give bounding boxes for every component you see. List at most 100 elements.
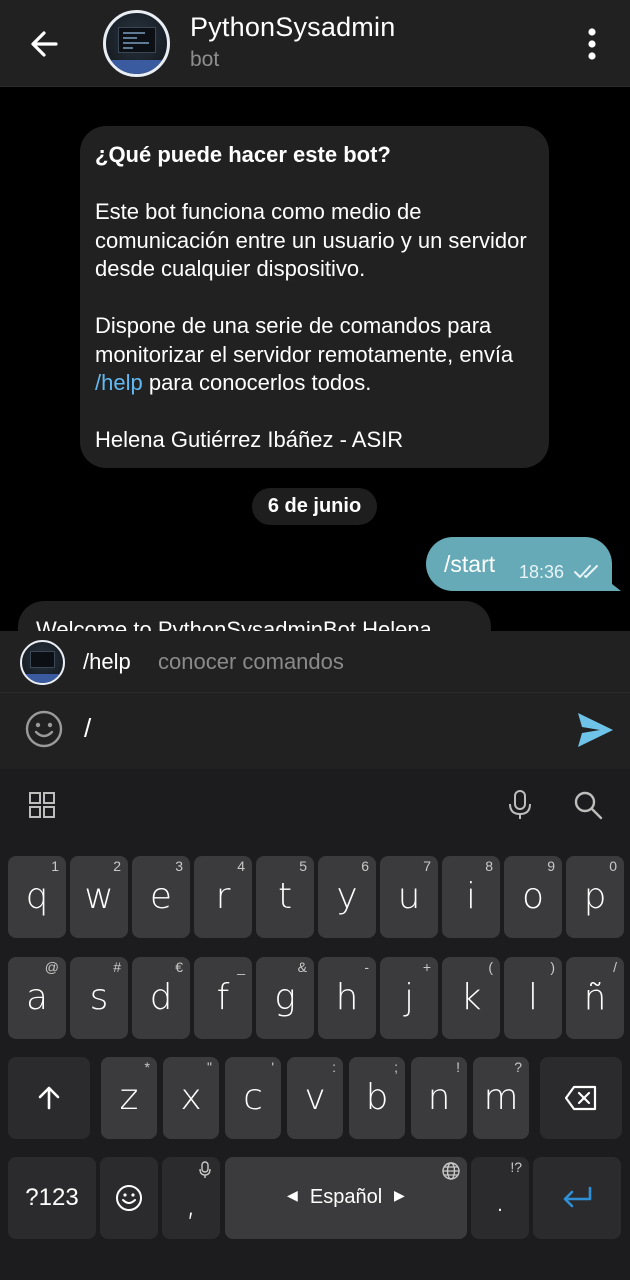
key-label: z — [119, 1077, 139, 1118]
key-y[interactable]: 6y — [318, 856, 376, 938]
more-options-icon[interactable] — [572, 22, 612, 66]
key-p[interactable]: 0p — [566, 856, 624, 938]
key-j[interactable]: + j — [380, 957, 438, 1039]
outgoing-message-text: /start — [444, 551, 496, 577]
avatar-base-graphic — [22, 674, 63, 683]
key-label: w — [84, 876, 114, 917]
read-receipt-icon — [574, 565, 598, 578]
chat-title[interactable]: PythonSysadmin — [190, 12, 395, 43]
key-secondary-label: 3 — [175, 858, 183, 874]
symbols-key-label: ?123 — [25, 1184, 79, 1211]
bot-intro-message: ¿Qué puede hacer este bot? Este bot func… — [80, 126, 549, 468]
shift-arrow-icon — [38, 1086, 60, 1110]
key-label: g — [274, 977, 296, 1018]
key-w[interactable]: 2w — [70, 856, 128, 938]
key-label: c — [243, 1077, 263, 1118]
chat-header: PythonSysadmin bot — [0, 0, 630, 87]
send-icon[interactable] — [574, 709, 616, 751]
period-key-secondary: !? — [510, 1159, 522, 1175]
key-label: m — [483, 1077, 519, 1118]
key-v[interactable]: :v — [287, 1057, 343, 1139]
key-secondary-label: / — [613, 959, 617, 975]
key-label: p — [583, 876, 607, 917]
key-secondary-label: 4 — [237, 858, 245, 874]
message-time: 18:36 — [519, 562, 565, 582]
microphone-icon[interactable] — [500, 785, 540, 825]
search-icon[interactable] — [568, 785, 608, 825]
intro-paragraph-2: Dispone de una serie de comandos para mo… — [95, 312, 535, 398]
key-d[interactable]: € d — [132, 957, 190, 1039]
apps-grid-icon[interactable] — [22, 785, 62, 825]
key-label: q — [25, 876, 49, 917]
key-label: s — [89, 977, 109, 1018]
key-i[interactable]: 8i — [442, 856, 500, 938]
key-g[interactable]: & g — [256, 957, 314, 1039]
key-secondary-label: ? — [514, 1059, 522, 1075]
period-key-label: . — [494, 1179, 506, 1220]
key-r[interactable]: 4r — [194, 856, 252, 938]
outgoing-message[interactable]: /start 18:36 — [426, 537, 621, 591]
intro-signature: Helena Gutiérrez Ibáñez - ASIR — [95, 427, 404, 452]
key-q[interactable]: 1q — [8, 856, 66, 938]
key-x[interactable]: " x — [163, 1057, 219, 1139]
comma-key[interactable]: , — [162, 1157, 220, 1239]
message-input-bar: / — [0, 693, 630, 769]
bot-avatar[interactable] — [103, 10, 170, 77]
key-c[interactable]: ' c — [225, 1057, 281, 1139]
key-ñ[interactable]: / ñ — [566, 957, 624, 1039]
key-label: h — [335, 977, 359, 1018]
command-suggestion[interactable]: /help conocer comandos — [0, 631, 630, 693]
key-label: ñ — [583, 977, 607, 1018]
intro-text-after-link: para conocerlos todos. — [142, 370, 372, 395]
key-t[interactable]: 5t — [256, 856, 314, 938]
bot-avatar-small — [20, 640, 65, 685]
comma-key-label: , — [185, 1183, 197, 1224]
intro-paragraph-1: Este bot funciona como medio de comunica… — [95, 199, 527, 281]
key-n[interactable]: ! n — [411, 1057, 467, 1139]
key-m[interactable]: ? m — [473, 1057, 529, 1139]
key-f[interactable]: _ f — [194, 957, 252, 1039]
key-secondary-label: + — [422, 959, 431, 975]
incoming-message[interactable]: Welcome to PythonSysadminBot Helena — [18, 601, 491, 631]
key-secondary-label: * — [144, 1059, 150, 1075]
symbols-key[interactable]: ?123 — [8, 1157, 96, 1239]
key-secondary-label: - — [364, 959, 369, 975]
period-key[interactable]: !? . — [471, 1157, 529, 1239]
key-u[interactable]: 7u — [380, 856, 438, 938]
key-label: b — [365, 1077, 389, 1118]
backspace-key[interactable] — [540, 1057, 622, 1139]
key-h[interactable]: -h — [318, 957, 376, 1039]
shift-key[interactable] — [8, 1057, 90, 1139]
key-s[interactable]: # s — [70, 957, 128, 1039]
key-label: a — [25, 977, 49, 1018]
space-key[interactable]: ◀ Español ▶ — [225, 1157, 467, 1239]
avatar-screen-graphic — [118, 27, 156, 53]
key-label: k — [460, 977, 482, 1018]
key-k[interactable]: (k — [442, 957, 500, 1039]
key-a[interactable]: @ a — [8, 957, 66, 1039]
emoji-icon — [116, 1185, 142, 1211]
enter-key[interactable] — [533, 1157, 621, 1239]
key-label: r — [215, 876, 231, 917]
globe-icon — [442, 1162, 460, 1180]
bubble-tail — [603, 577, 621, 591]
key-secondary-label: 6 — [361, 858, 369, 874]
key-secondary-label: 5 — [299, 858, 307, 874]
key-label: i — [465, 876, 476, 917]
suggestion-description: conocer comandos — [158, 649, 344, 674]
backspace-icon — [564, 1085, 597, 1111]
key-o[interactable]: 9o — [504, 856, 562, 938]
space-key-label: Español — [309, 1186, 383, 1208]
key-label: j — [403, 977, 414, 1018]
back-arrow-icon[interactable] — [22, 22, 66, 66]
chat-area[interactable]: ¿Qué puede hacer este bot? Este bot func… — [0, 87, 630, 631]
help-command-link[interactable]: /help — [95, 370, 143, 395]
emoji-icon[interactable] — [24, 709, 64, 749]
key-label: e — [149, 876, 173, 917]
key-l[interactable]: ) l — [504, 957, 562, 1039]
key-b[interactable]: ; b — [349, 1057, 405, 1139]
key-z[interactable]: * z — [101, 1057, 157, 1139]
key-e[interactable]: 3e — [132, 856, 190, 938]
message-input[interactable]: / — [84, 713, 91, 744]
emoji-key[interactable] — [100, 1157, 158, 1239]
